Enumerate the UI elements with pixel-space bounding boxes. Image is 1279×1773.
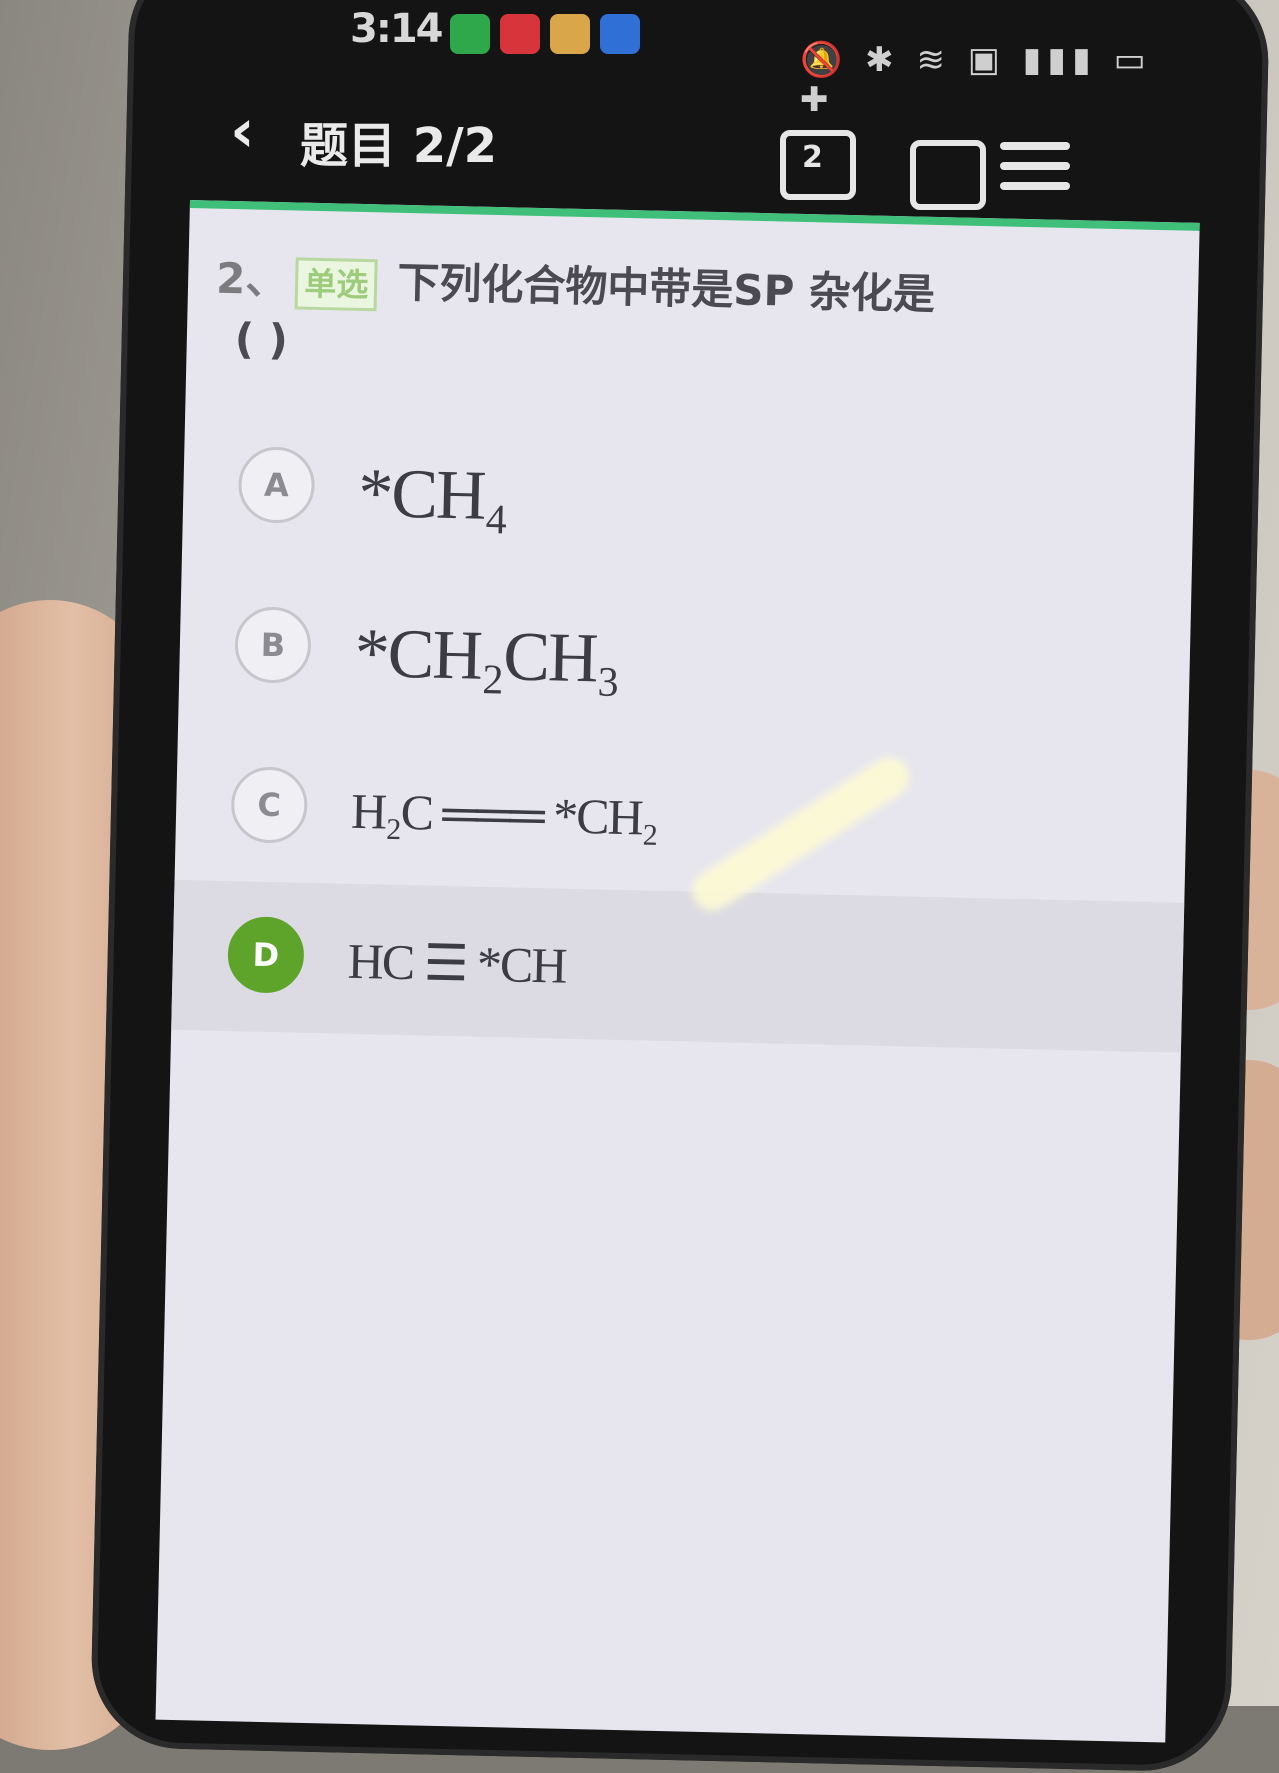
answer-card-number: 2 bbox=[802, 140, 823, 175]
page-title: 题目 2/2 bbox=[300, 118, 498, 174]
notification-icons bbox=[450, 14, 640, 54]
question-number: 2、 bbox=[215, 253, 289, 305]
edit-note-icon[interactable] bbox=[910, 140, 986, 210]
status-time: 3:14 bbox=[350, 6, 443, 52]
app-screen: 2、 单选 下列化合物中带是SP 杂化是 ( ) A *CH₄ B *CH₂CH₃ … bbox=[155, 200, 1200, 1743]
answer-blank: ( ) bbox=[234, 314, 289, 365]
option-c[interactable]: C H₂C ═══ *CH₂ bbox=[175, 730, 1188, 903]
status-bar: 3:14 🔕 ✱ ≋ ▣ ▮▮▮ ▭ ✚ bbox=[330, 0, 1170, 120]
app-icon bbox=[550, 14, 590, 54]
app-header: ‹ 题目 2/2 2 bbox=[220, 90, 1170, 210]
option-a[interactable]: A *CH₄ bbox=[182, 410, 1195, 583]
option-letter-circle: B bbox=[234, 606, 312, 684]
back-arrow-icon[interactable]: ‹ bbox=[230, 96, 255, 166]
option-letter-circle: D bbox=[227, 916, 305, 994]
answer-card-icon[interactable]: 2 bbox=[780, 130, 856, 200]
question-stem: 2、 单选 下列化合物中带是SP 杂化是 ( ) bbox=[214, 249, 1156, 390]
option-formula: *CH₄ bbox=[357, 454, 508, 536]
wechat-icon bbox=[450, 14, 490, 54]
app-icon bbox=[600, 14, 640, 54]
option-formula: HC ☰ *CH bbox=[347, 932, 567, 994]
option-formula: *CH₂CH₃ bbox=[353, 614, 620, 698]
option-formula: H₂C ═══ *CH₂ bbox=[350, 782, 658, 846]
menu-list-icon[interactable] bbox=[1000, 142, 1070, 202]
app-icon bbox=[500, 14, 540, 54]
option-letter-circle: A bbox=[237, 446, 316, 524]
question-text: 下列化合物中带是SP 杂化是 bbox=[396, 257, 936, 319]
option-letter-circle: C bbox=[230, 766, 309, 844]
option-d-selected[interactable]: D HC ☰ *CH bbox=[171, 879, 1185, 1053]
question-type-badge: 单选 bbox=[294, 256, 378, 311]
option-b[interactable]: B *CH₂CH₃ bbox=[178, 570, 1191, 743]
